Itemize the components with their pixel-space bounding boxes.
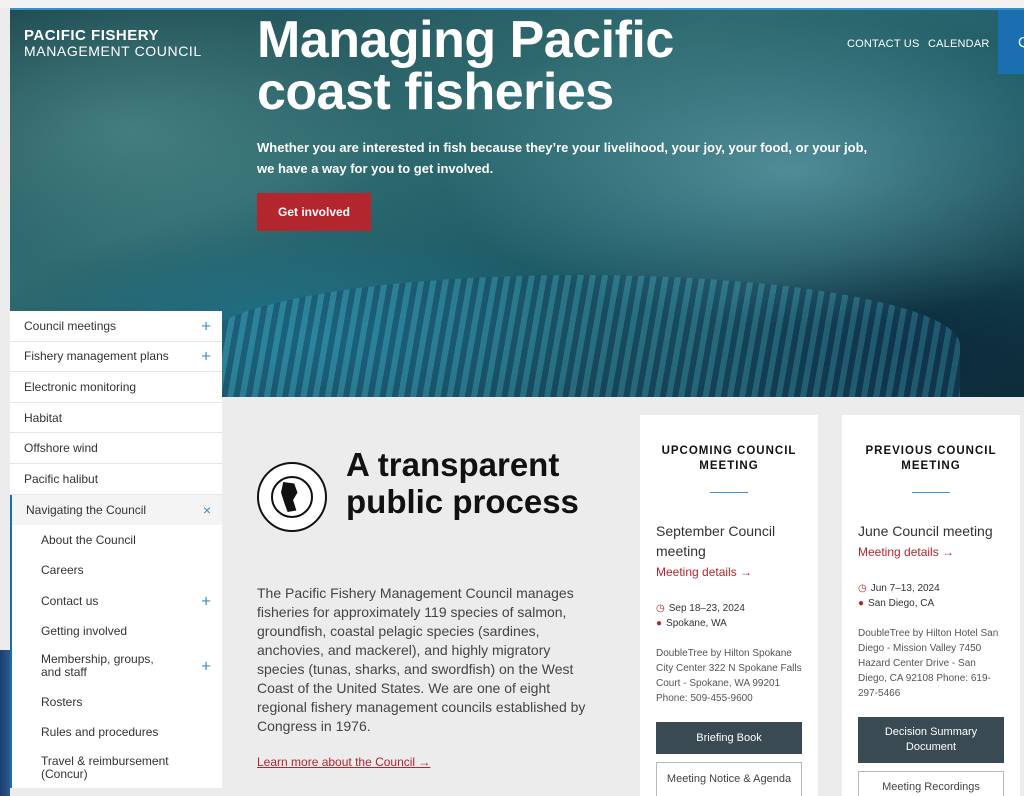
meeting-meta: ◷ Sep 18–23, 2024 ● Spokane, WA bbox=[656, 601, 802, 631]
sidebar-subitem-label: About the Council bbox=[41, 533, 136, 548]
sidebar-subitem-getting-involved[interactable]: Getting involved bbox=[12, 616, 222, 646]
meeting-meta: ◷ Jun 7–13, 2024 ● San Diego, CA bbox=[858, 581, 1004, 611]
close-icon[interactable]: × bbox=[203, 503, 211, 517]
hero-subtitle: Whether you are interested in fish becau… bbox=[257, 140, 868, 176]
site-logo[interactable]: PACIFIC FISHERY MANAGEMENT COUNCIL bbox=[24, 28, 202, 58]
about-body: The Pacific Fishery Management Council m… bbox=[257, 585, 586, 734]
previous-meeting-card: PREVIOUS COUNCIL MEETING June Council me… bbox=[842, 415, 1020, 796]
sidebar-item-council-meetings[interactable]: Council meetings + bbox=[10, 311, 222, 342]
card-heading: UPCOMING COUNCIL MEETING bbox=[661, 445, 797, 472]
upcoming-meeting-card: UPCOMING COUNCIL MEETING September Counc… bbox=[640, 415, 818, 796]
get-involved-button[interactable]: Get involved bbox=[257, 193, 371, 231]
sidebar-subitem-careers[interactable]: Careers bbox=[12, 555, 222, 585]
decision-summary-button[interactable]: Decision Summary Document bbox=[858, 717, 1004, 763]
search-icon: Q bbox=[1018, 34, 1024, 51]
sidebar-subitem-label: Getting involved bbox=[41, 623, 128, 638]
card-divider bbox=[912, 492, 950, 493]
meeting-address: DoubleTree by Hilton Spokane City Center… bbox=[656, 648, 802, 704]
sidebar-submenu: Navigating the Council × About the Counc… bbox=[10, 494, 222, 789]
map-pin-icon: ● bbox=[858, 598, 865, 609]
sidebar-subitem-label: Rules and procedures bbox=[41, 725, 159, 740]
sidebar-item-label: Navigating the Council bbox=[26, 502, 147, 517]
meeting-date: Sep 18–23, 2024 bbox=[668, 603, 745, 614]
search-button[interactable]: Q bbox=[998, 10, 1024, 74]
meeting-location: Spokane, WA bbox=[666, 618, 727, 629]
meeting-location: San Diego, CA bbox=[868, 598, 935, 609]
council-seal-logo bbox=[257, 462, 327, 532]
plus-icon[interactable]: + bbox=[201, 317, 211, 334]
top-strip bbox=[0, 0, 1024, 8]
meeting-address: DoubleTree by Hilton Hotel San Diego - M… bbox=[858, 628, 999, 699]
page-edge-decoration bbox=[0, 650, 10, 796]
sidebar-subitem-label: Careers bbox=[41, 563, 84, 578]
logo-line-2: MANAGEMENT COUNCIL bbox=[24, 43, 202, 59]
sidebar-item-pacific-halibut[interactable]: Pacific halibut bbox=[10, 464, 222, 495]
sidebar-item-habitat[interactable]: Habitat bbox=[10, 403, 222, 434]
sidebar-item-label: Pacific halibut bbox=[24, 471, 99, 486]
sidebar-subitem-travel-reimbursement[interactable]: Travel & reimbursement (Concur) bbox=[12, 747, 222, 788]
sidebar-subitem-contact-us[interactable]: Contact us + bbox=[12, 586, 222, 616]
sidebar-item-navigating-the-council[interactable]: Navigating the Council × bbox=[12, 494, 222, 526]
sidebar-item-label: Habitat bbox=[24, 410, 63, 425]
meeting-date: Jun 7–13, 2024 bbox=[870, 583, 940, 594]
nav-contact-us[interactable]: CONTACT US bbox=[847, 38, 920, 50]
meeting-title: June Council meeting bbox=[858, 523, 993, 539]
clock-icon: ◷ bbox=[858, 583, 867, 594]
sidebar-subitem-label: Contact us bbox=[41, 593, 99, 608]
sidebar-item-electronic-monitoring[interactable]: Electronic monitoring bbox=[10, 372, 222, 403]
meeting-notice-button[interactable]: Meeting Notice & Agenda bbox=[656, 762, 802, 796]
about-title: A transparent public process bbox=[346, 446, 579, 520]
sidebar-subitem-label: Rosters bbox=[41, 695, 83, 709]
sidebar-item-label: Council meetings bbox=[24, 318, 117, 333]
learn-more-link[interactable]: Learn more about the Council → bbox=[257, 755, 430, 769]
sidebar-item-label: Fishery management plans bbox=[24, 349, 169, 364]
sidebar-subitem-rules-and-procedures[interactable]: Rules and procedures bbox=[12, 717, 222, 747]
hero-fish-image bbox=[200, 275, 960, 397]
top-accent-bar bbox=[10, 8, 1024, 10]
plus-icon[interactable]: + bbox=[201, 348, 211, 365]
hero-title: Managing Pacific coast fisheries bbox=[257, 11, 674, 121]
sidebar-item-fishery-management-plans[interactable]: Fishery management plans + bbox=[10, 342, 222, 373]
card-heading: PREVIOUS COUNCIL MEETING bbox=[865, 445, 997, 472]
sidebar-subitem-membership[interactable]: Membership, groups, and staff + bbox=[12, 646, 222, 687]
sidebar-nav: Council meetings + Fishery management pl… bbox=[10, 311, 222, 789]
meeting-title: September Council meeting bbox=[656, 523, 776, 559]
sidebar-subitem-label: Travel & reimbursement (Concur) bbox=[41, 753, 169, 781]
meeting-details-link[interactable]: Meeting details → bbox=[858, 545, 1004, 559]
sidebar-item-offshore-wind[interactable]: Offshore wind bbox=[10, 433, 222, 464]
briefing-book-button[interactable]: Briefing Book bbox=[656, 722, 802, 754]
logo-line-1: PACIFIC FISHERY bbox=[24, 27, 160, 44]
sidebar-subitem-rosters[interactable]: Rosters bbox=[12, 687, 222, 717]
sidebar-subitem-label: Membership, groups, and staff bbox=[41, 652, 154, 680]
map-pin-icon: ● bbox=[656, 618, 663, 629]
sidebar-subitem-about-the-council[interactable]: About the Council bbox=[12, 525, 222, 555]
nav-calendar[interactable]: CALENDAR bbox=[928, 38, 990, 50]
meeting-recordings-button[interactable]: Meeting Recordings bbox=[858, 771, 1004, 796]
sidebar-item-label: Electronic monitoring bbox=[24, 379, 137, 394]
plus-icon[interactable]: + bbox=[201, 592, 211, 609]
clock-icon: ◷ bbox=[656, 603, 665, 614]
sidebar-item-label: Offshore wind bbox=[24, 441, 98, 456]
card-divider bbox=[710, 492, 748, 493]
plus-icon[interactable]: + bbox=[201, 658, 211, 675]
meeting-details-link[interactable]: Meeting details → bbox=[656, 565, 802, 579]
